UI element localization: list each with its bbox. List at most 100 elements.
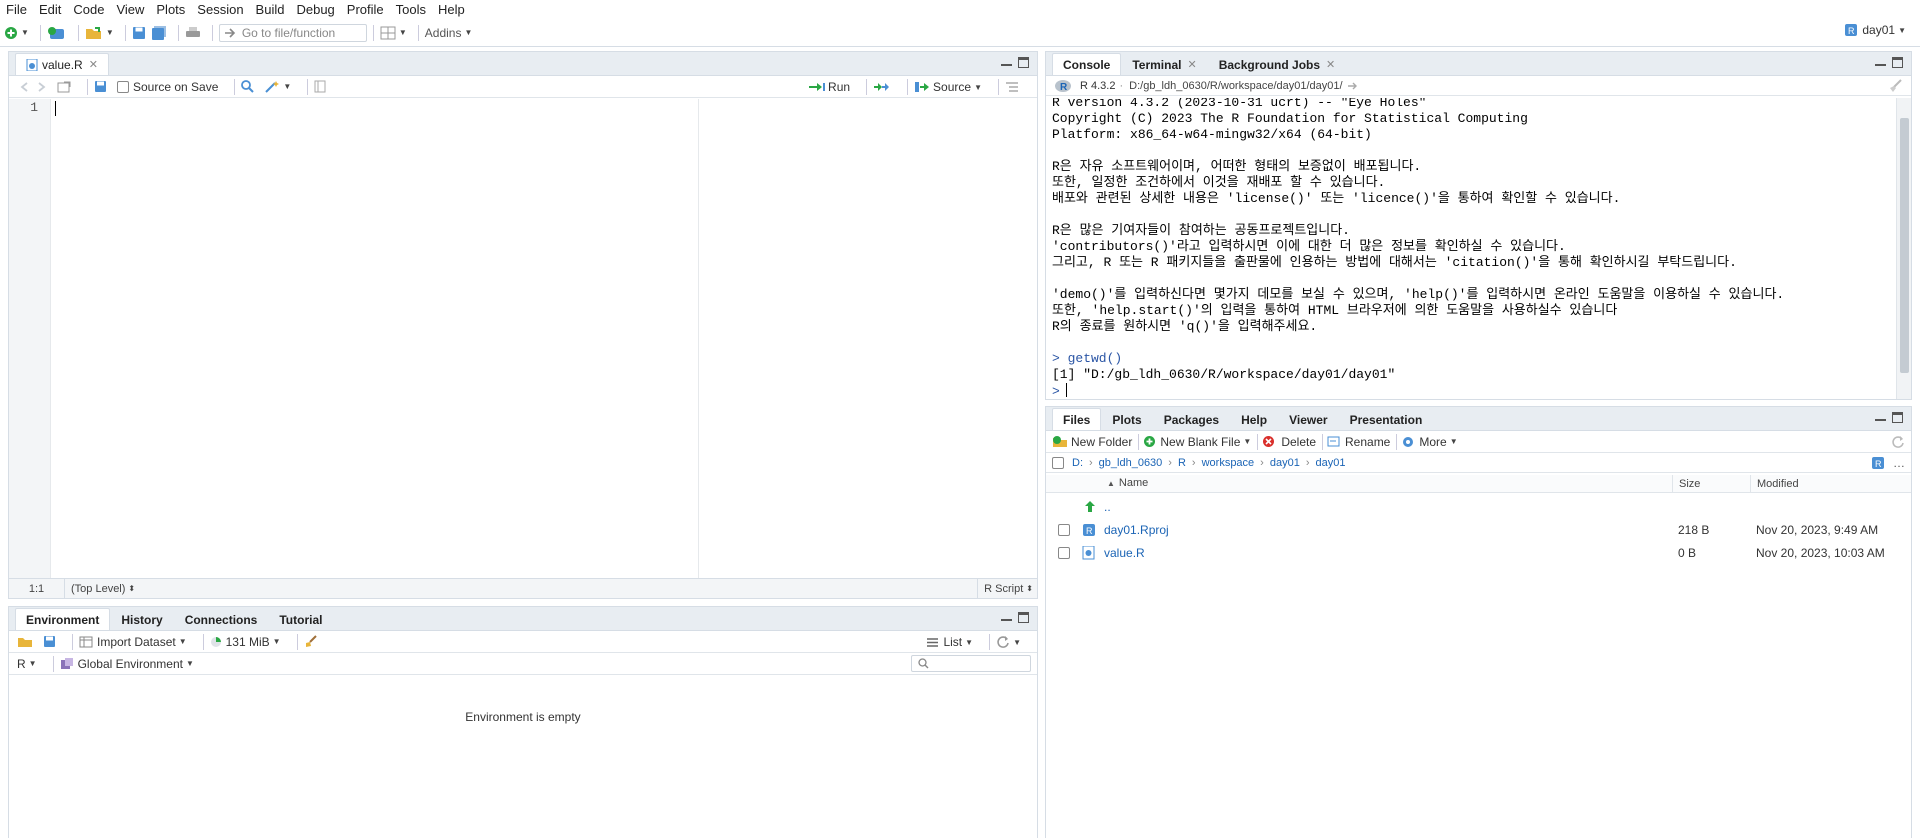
maximize-icon[interactable] [1018, 57, 1029, 68]
new-file-button[interactable]: ▼ [4, 23, 29, 43]
print-button[interactable] [185, 23, 201, 43]
parent-dir-row[interactable]: .. [1046, 495, 1911, 518]
tab-background-jobs[interactable]: Background Jobs ✕ [1208, 53, 1347, 75]
close-icon[interactable]: ✕ [89, 58, 98, 71]
maximize-icon[interactable] [1892, 412, 1903, 423]
rename-button[interactable]: Rename [1327, 435, 1390, 449]
save-workspace-button[interactable] [43, 635, 56, 648]
show-in-window-button[interactable] [57, 81, 71, 93]
parent-dir-link[interactable]: .. [1104, 500, 1111, 514]
minimize-icon[interactable] [1875, 412, 1886, 421]
minimize-icon[interactable] [1001, 612, 1012, 621]
run-button[interactable]: Run [808, 80, 850, 94]
open-file-button[interactable]: ▼ [85, 23, 114, 43]
menu-profile[interactable]: Profile [347, 2, 384, 17]
close-icon[interactable]: ✕ [1326, 58, 1335, 71]
file-row[interactable]: R day01.Rproj 218 B Nov 20, 2023, 9:49 A… [1046, 518, 1911, 541]
close-icon[interactable]: ✕ [1187, 58, 1196, 71]
menu-session[interactable]: Session [197, 2, 243, 17]
project-menu[interactable]: R day01 ▼ [1844, 23, 1906, 37]
refresh-env-button[interactable]: ▼ [996, 635, 1021, 649]
new-project-button[interactable] [47, 23, 67, 43]
tab-history[interactable]: History [110, 608, 173, 630]
delete-button[interactable]: Delete [1262, 435, 1316, 449]
menu-file[interactable]: File [6, 2, 27, 17]
environment-selector[interactable]: Global Environment ▼ [60, 657, 194, 671]
checkbox[interactable] [117, 80, 129, 93]
filetype-selector[interactable]: R Script ⬍ [977, 579, 1033, 598]
tab-value-r[interactable]: value.R ✕ [15, 53, 109, 75]
env-search-input[interactable] [911, 655, 1031, 672]
source-on-save-checkbox[interactable]: Source on Save [117, 80, 218, 94]
tab-packages[interactable]: Packages [1153, 408, 1230, 430]
breadcrumb-item[interactable]: D: [1072, 457, 1083, 469]
select-all-checkbox[interactable] [1052, 456, 1064, 469]
nav-back-forward[interactable] [17, 81, 47, 93]
scope-selector[interactable]: (Top Level) ⬍ [71, 583, 135, 595]
editor-save-button[interactable] [94, 80, 107, 93]
menu-plots[interactable]: Plots [156, 2, 185, 17]
tab-tutorial[interactable]: Tutorial [268, 608, 333, 630]
file-name-link[interactable]: day01.Rproj [1104, 523, 1169, 537]
memory-usage-button[interactable]: 131 MiB ▼ [210, 635, 281, 649]
language-selector[interactable]: R ▼ [17, 657, 37, 671]
new-blank-file-button[interactable]: New Blank File ▼ [1143, 435, 1251, 449]
source-button[interactable]: Source ▼ [914, 80, 982, 94]
breadcrumb-item[interactable]: day01 [1316, 457, 1346, 469]
save-all-button[interactable] [151, 23, 167, 43]
file-row[interactable]: value.R 0 B Nov 20, 2023, 10:03 AM [1046, 541, 1911, 564]
tab-files[interactable]: Files [1052, 408, 1102, 430]
maximize-icon[interactable] [1892, 57, 1903, 68]
scrollbar-thumb[interactable] [1900, 118, 1909, 373]
code-tools-button[interactable]: ▼ [264, 80, 291, 93]
breadcrumb-item[interactable]: day01 [1270, 457, 1300, 469]
compile-report-button[interactable] [314, 80, 326, 93]
tab-presentation[interactable]: Presentation [1339, 408, 1434, 430]
pane-layout-button[interactable]: ▼ [380, 23, 407, 43]
goto-file-function-input[interactable]: Go to file/function [218, 23, 367, 42]
console-prompt[interactable]: > [1052, 383, 1784, 399]
name-column-header[interactable]: ▲ Name [1107, 477, 1148, 489]
menu-code[interactable]: Code [73, 2, 104, 17]
breadcrumb-item[interactable]: gb_ldh_0630 [1099, 457, 1163, 469]
clear-workspace-button[interactable] [304, 635, 318, 648]
code-editor[interactable]: 1 [9, 99, 1037, 578]
tab-viewer[interactable]: Viewer [1278, 408, 1338, 430]
menu-help[interactable]: Help [438, 2, 465, 17]
save-button[interactable] [132, 23, 146, 43]
more-button[interactable]: More ▼ [1401, 435, 1458, 449]
outline-button[interactable] [1005, 81, 1019, 93]
addins-button[interactable]: Addins ▼ [425, 23, 473, 43]
tab-console[interactable]: Console [1052, 53, 1122, 75]
file-checkbox[interactable] [1058, 523, 1070, 536]
menu-build[interactable]: Build [256, 2, 285, 17]
find-button[interactable] [241, 80, 255, 93]
tab-connections[interactable]: Connections [174, 608, 269, 630]
breadcrumb-item[interactable]: R [1178, 457, 1186, 469]
menu-view[interactable]: View [116, 2, 144, 17]
console-output[interactable]: R version 4.3.2 (2023-10-31 ucrt) -- "Ey… [1046, 98, 1893, 399]
menu-edit[interactable]: Edit [39, 2, 61, 17]
minimize-icon[interactable] [1001, 57, 1012, 66]
import-dataset-button[interactable]: Import Dataset ▼ [79, 635, 187, 649]
console-scrollbar[interactable] [1896, 98, 1911, 399]
more-options-icon[interactable]: … [1893, 456, 1905, 470]
new-folder-button[interactable]: New Folder [1052, 435, 1132, 449]
menu-tools[interactable]: Tools [396, 2, 426, 17]
tab-help[interactable]: Help [1230, 408, 1278, 430]
file-checkbox[interactable] [1058, 546, 1070, 559]
load-workspace-button[interactable] [17, 635, 33, 648]
gear-icon [1403, 436, 1414, 447]
minimize-icon[interactable] [1875, 57, 1886, 66]
tab-plots[interactable]: Plots [1101, 408, 1152, 430]
size-column-header[interactable]: Size [1672, 475, 1700, 493]
file-name-link[interactable]: value.R [1104, 546, 1145, 560]
menu-debug[interactable]: Debug [296, 2, 334, 17]
tab-terminal[interactable]: Terminal ✕ [1121, 53, 1207, 75]
modified-column-header[interactable]: Modified [1750, 475, 1799, 493]
breadcrumb-item[interactable]: workspace [1202, 457, 1255, 469]
view-mode-button[interactable]: List ▼ [926, 635, 973, 649]
tab-environment[interactable]: Environment [15, 608, 111, 630]
maximize-icon[interactable] [1018, 612, 1029, 623]
rerun-button[interactable] [873, 81, 891, 93]
